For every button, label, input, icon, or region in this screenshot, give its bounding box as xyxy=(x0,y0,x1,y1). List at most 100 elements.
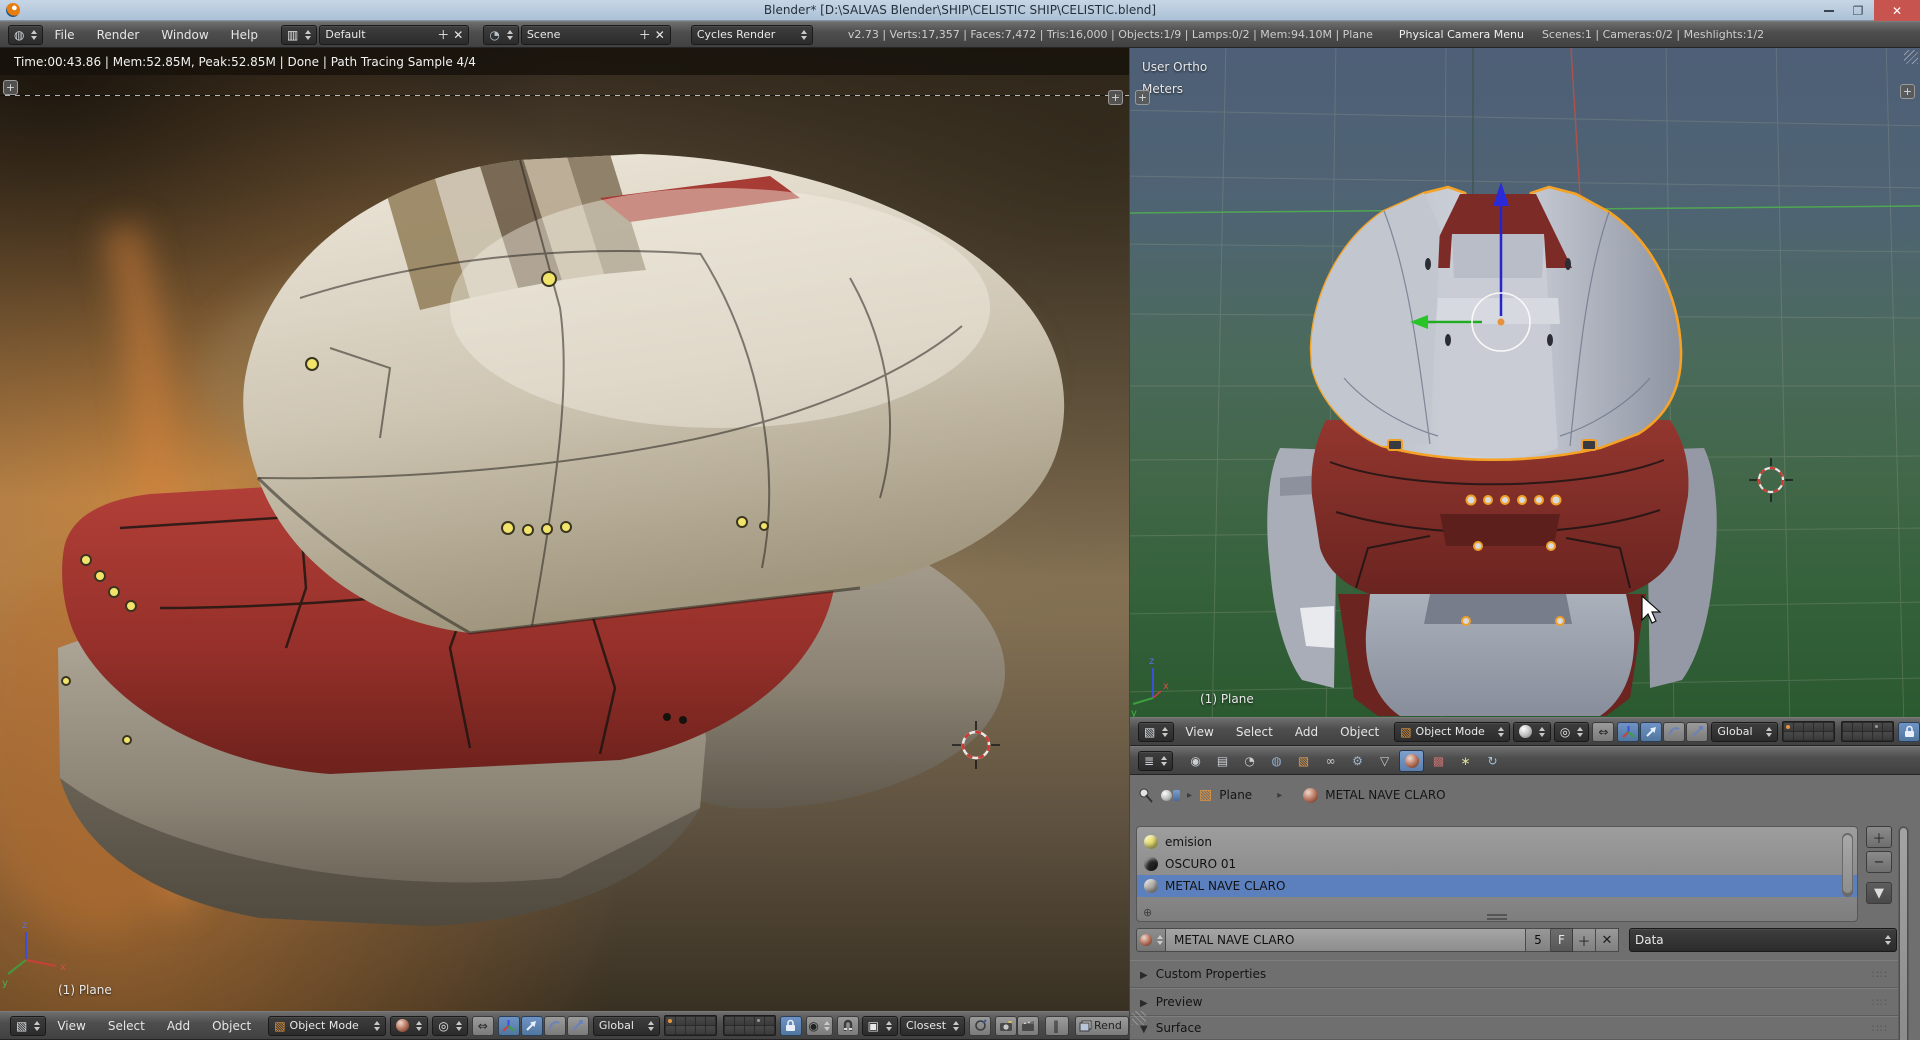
menu-select[interactable]: Select xyxy=(1225,725,1284,739)
expand-properties-shelf-icon[interactable]: + xyxy=(1900,84,1915,99)
restore-button[interactable] xyxy=(1845,0,1871,21)
area-corner-grip[interactable] xyxy=(1132,1011,1146,1025)
pivot-point-selector[interactable]: ◎ xyxy=(432,1016,467,1036)
translate-manipulator-button[interactable] xyxy=(1640,722,1662,742)
properties-scrollbar[interactable] xyxy=(1898,826,1909,1040)
tab-world[interactable]: ◍ xyxy=(1264,750,1289,772)
expand-properties-shelf-icon[interactable]: + xyxy=(1108,90,1123,105)
expand-toolshelf-icon[interactable]: + xyxy=(1135,90,1150,105)
snap-self-toggle[interactable] xyxy=(969,1016,991,1036)
panel-drag-dots-icon[interactable]: ∷∷ xyxy=(1872,996,1888,1009)
panel-drag-dots-icon[interactable]: ∷∷ xyxy=(1872,1022,1888,1035)
panel-drag-dots-icon[interactable]: ∷∷ xyxy=(1872,968,1888,981)
editor-type-3dview-button[interactable]: ▧ xyxy=(1138,722,1174,742)
rendered-viewport[interactable]: z x y Time:00:43.86 | Mem:52.85M, Peak:5… xyxy=(0,48,1129,1011)
opengl-render-image-button[interactable] xyxy=(995,1016,1017,1036)
editor-type-3dview-button[interactable]: ▧ xyxy=(10,1016,46,1036)
menu-render[interactable]: Render xyxy=(86,28,151,42)
scene-icon-button[interactable]: ◔ xyxy=(483,25,518,45)
proportional-edit-selector[interactable]: ◉ xyxy=(806,1016,833,1036)
menu-window[interactable]: Window xyxy=(150,28,219,42)
scene-lock-button[interactable] xyxy=(1898,722,1920,742)
menu-add[interactable]: Add xyxy=(156,1019,201,1033)
editor-type-info-button[interactable]: ◍ xyxy=(8,25,43,45)
remove-slot-button[interactable]: − xyxy=(1866,851,1892,873)
scale-manipulator-button[interactable] xyxy=(1686,722,1708,742)
tab-physics[interactable]: ↻ xyxy=(1480,750,1505,772)
editor-type-properties-button[interactable]: ≣ xyxy=(1138,751,1173,771)
transform-orientation-selector[interactable]: Global xyxy=(1711,722,1778,742)
expand-toolshelf-icon[interactable]: + xyxy=(3,80,18,95)
tab-object-data[interactable]: ▽ xyxy=(1372,750,1397,772)
rotate-manipulator-button[interactable] xyxy=(544,1016,566,1036)
addon-menu-label[interactable]: Physical Camera Menu xyxy=(1399,28,1524,41)
manipulator-axes-button[interactable] xyxy=(1617,722,1639,742)
translate-manipulator-button[interactable] xyxy=(521,1016,543,1036)
unlink-material-button[interactable]: ✕ xyxy=(1596,928,1619,952)
tab-particles[interactable]: ∗ xyxy=(1453,750,1478,772)
viewport-shading-selector[interactable] xyxy=(1513,722,1551,742)
tab-modifiers[interactable]: ⚙ xyxy=(1345,750,1370,772)
material-name-field[interactable]: METAL NAVE CLARO xyxy=(1166,928,1526,952)
tab-object[interactable]: ▧ xyxy=(1291,750,1316,772)
panel-custom-properties[interactable]: Custom Properties ∷∷ xyxy=(1130,960,1898,988)
manipulator-toggle[interactable]: ⇔ xyxy=(1592,722,1614,742)
tab-material[interactable] xyxy=(1399,750,1424,772)
screen-layout-icon-button[interactable]: ▥ xyxy=(281,25,317,45)
minimize-button[interactable] xyxy=(1815,0,1843,21)
slot-list-scrollbar[interactable] xyxy=(1842,833,1853,897)
material-slot-row-selected[interactable]: METAL NAVE CLARO xyxy=(1137,875,1857,897)
tab-constraints[interactable]: ∞ xyxy=(1318,750,1343,772)
panel-surface[interactable]: Surface ∷∷ xyxy=(1130,1016,1898,1040)
mode-selector[interactable]: ▧ Object Mode xyxy=(268,1016,386,1036)
menu-select[interactable]: Select xyxy=(97,1019,156,1033)
scale-manipulator-button[interactable] xyxy=(567,1016,589,1036)
layers-widget[interactable] xyxy=(664,1015,776,1036)
add-slot-button[interactable]: ＋ xyxy=(1866,826,1892,848)
snap-toggle[interactable] xyxy=(837,1016,859,1036)
menu-help[interactable]: Help xyxy=(220,28,269,42)
material-link-selector[interactable]: Data xyxy=(1629,928,1897,952)
scene-lock-button[interactable] xyxy=(780,1016,802,1036)
breadcrumb-object[interactable]: Plane xyxy=(1219,788,1252,802)
pin-icon[interactable] xyxy=(1138,787,1154,803)
list-resize-handle[interactable] xyxy=(1487,914,1507,920)
screen-layout-selector[interactable]: Default ＋ ✕ xyxy=(319,25,469,45)
area-corner-grip[interactable] xyxy=(1904,50,1918,64)
snap-target-selector[interactable]: Closest xyxy=(900,1016,965,1036)
fake-user-button[interactable]: F xyxy=(1551,928,1573,952)
transform-orientation-selector[interactable]: Global xyxy=(593,1016,660,1036)
list-expand-icon[interactable]: ⊕ xyxy=(1143,906,1152,919)
mode-selector[interactable]: ▧ Object Mode xyxy=(1394,722,1510,742)
scene-selector[interactable]: Scene ＋ ✕ xyxy=(521,25,671,45)
browse-material-button[interactable] xyxy=(1136,928,1166,952)
add-layout-icon[interactable]: ＋ xyxy=(437,29,449,41)
render-pause-button[interactable]: ‖ xyxy=(1045,1016,1069,1036)
close-button[interactable] xyxy=(1874,0,1920,21)
material-slot-row[interactable]: OSCURO 01 xyxy=(1137,853,1857,875)
tab-render[interactable]: ◉ xyxy=(1183,750,1208,772)
slot-specials-menu-button[interactable]: ▼ xyxy=(1866,882,1892,904)
tab-texture[interactable]: ▩ xyxy=(1426,750,1451,772)
menu-view[interactable]: View xyxy=(1174,725,1224,739)
menu-object[interactable]: Object xyxy=(1329,725,1390,739)
opengl-render-animation-button[interactable] xyxy=(1017,1016,1039,1036)
delete-scene-icon[interactable]: ✕ xyxy=(655,29,665,41)
menu-add[interactable]: Add xyxy=(1284,725,1329,739)
rotate-manipulator-button[interactable] xyxy=(1663,722,1685,742)
menu-view[interactable]: View xyxy=(46,1019,96,1033)
pivot-point-selector[interactable]: ◎ xyxy=(1554,722,1589,742)
render-engine-selector[interactable]: Cycles Render xyxy=(691,25,813,45)
manipulator-axes-button[interactable] xyxy=(498,1016,520,1036)
menu-object[interactable]: Object xyxy=(201,1019,262,1033)
tab-render-layers[interactable]: ▤ xyxy=(1210,750,1235,772)
panel-preview[interactable]: Preview ∷∷ xyxy=(1130,988,1898,1016)
delete-layout-icon[interactable]: ✕ xyxy=(453,29,463,41)
material-slot-row[interactable]: emision xyxy=(1137,831,1857,853)
snap-element-selector[interactable]: ▣ xyxy=(862,1016,898,1036)
breadcrumb-material[interactable]: METAL NAVE CLARO xyxy=(1325,788,1445,802)
material-users-count[interactable]: 5 xyxy=(1526,928,1551,952)
render-image-button[interactable]: Rend xyxy=(1075,1016,1129,1036)
new-material-button[interactable]: ＋ xyxy=(1573,928,1596,952)
add-scene-icon[interactable]: ＋ xyxy=(639,29,651,41)
